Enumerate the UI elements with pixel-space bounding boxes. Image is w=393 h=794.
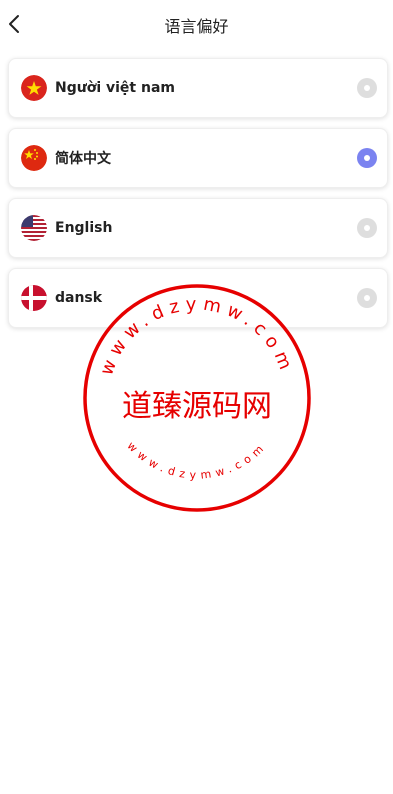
stamp-center-text: 道臻源码网 (122, 389, 272, 424)
language-label: 简体中文 (55, 151, 111, 167)
language-option-danish[interactable]: dansk (8, 268, 388, 328)
stamp-bottom-text: www.dzymw.com (124, 439, 269, 482)
radio-dot (364, 155, 370, 161)
radio-dot (364, 85, 370, 91)
radio-dot (364, 295, 370, 301)
language-label: English (55, 220, 113, 236)
denmark-flag-icon (21, 285, 47, 311)
language-option-chinese[interactable]: 简体中文 (8, 128, 388, 188)
radio-button[interactable] (357, 148, 377, 168)
china-flag-icon (21, 145, 47, 171)
radio-button[interactable] (357, 288, 377, 308)
page-title: 语言偏好 (164, 17, 229, 36)
radio-button[interactable] (357, 78, 377, 98)
radio-dot (364, 225, 370, 231)
usa-flag-icon (21, 215, 47, 241)
language-option-english[interactable]: English (8, 198, 388, 258)
language-option-vietnamese[interactable]: Người việt nam (8, 58, 388, 118)
language-label: dansk (55, 290, 103, 306)
vietnam-flag-icon (21, 75, 47, 101)
header: 语言偏好 (0, 0, 393, 48)
language-list: Người việt nam 简体中文 English dansk (8, 58, 388, 338)
language-label: Người việt nam (55, 80, 175, 96)
radio-button[interactable] (357, 218, 377, 238)
